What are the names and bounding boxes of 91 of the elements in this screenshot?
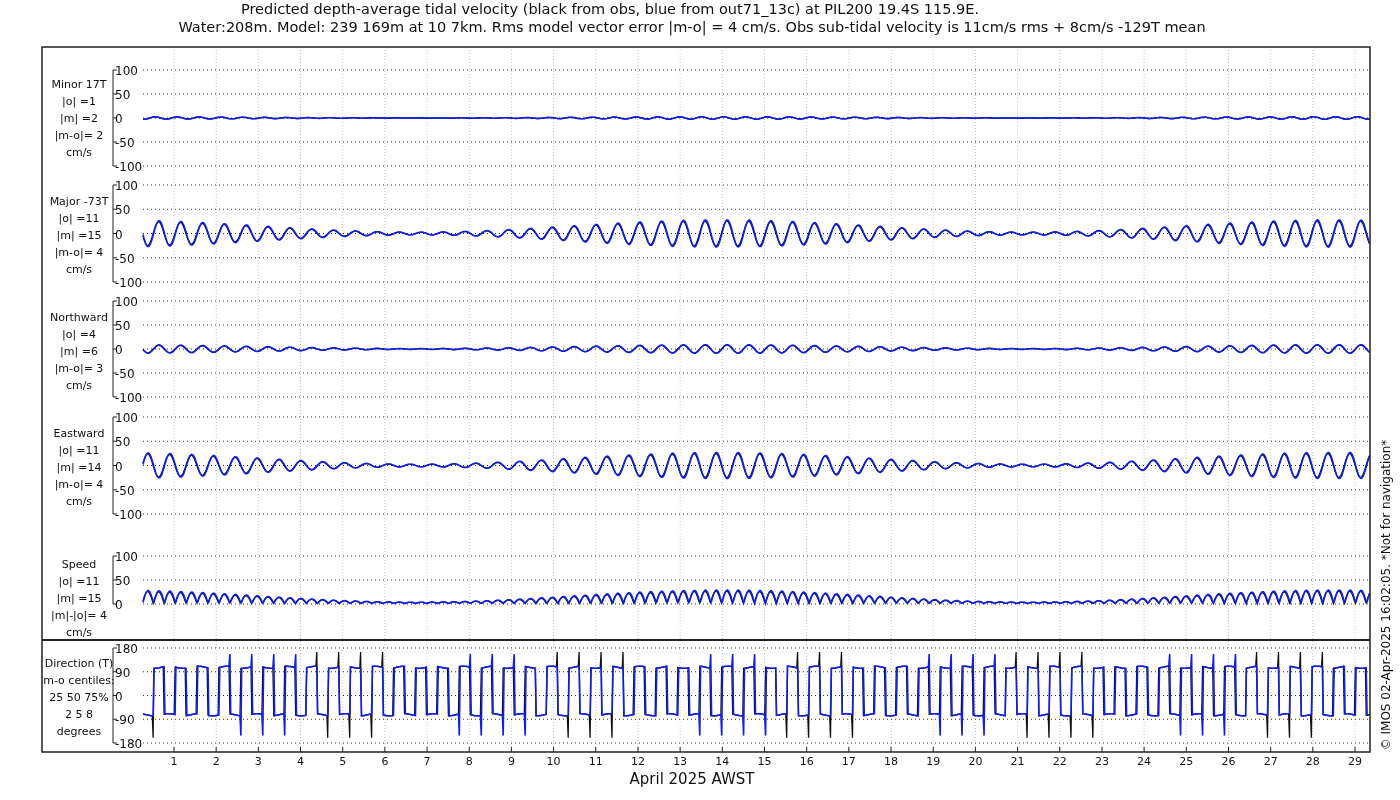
axis-tick-label: 0 xyxy=(115,689,123,704)
axis-tick-label: 13 xyxy=(673,755,688,768)
axis-tick-label: 100 xyxy=(115,64,138,78)
axis-tick-label: 100 xyxy=(115,550,138,564)
chart-title: Water:208m. Model: 239 169m at 10 7km. Rms model vector error |m-o| = 4 cm/s. Obs sub-tidal velocity is 11cm/s rms + 8cm/s -129T mean xyxy=(178,19,1206,35)
panel-label: |m| =6 xyxy=(60,345,98,358)
axis-tick-label: 20 xyxy=(968,755,983,768)
panel-label: |m| =14 xyxy=(56,461,102,474)
axis-tick-label: 26 xyxy=(1221,755,1236,768)
panel-label: cm/s xyxy=(65,263,93,276)
axis-tick-label: 100 xyxy=(115,179,138,193)
axis-tick-label: -100 xyxy=(115,160,143,174)
axis-tick-label: 27 xyxy=(1263,755,1278,768)
axis-tick-label: 24 xyxy=(1137,755,1152,768)
panel-label: m-o centiles: xyxy=(43,674,115,687)
panel-label: 25 50 75% xyxy=(49,691,109,704)
panel-label: Major -73T xyxy=(49,195,109,208)
axis-tick-label: 19 xyxy=(926,755,941,768)
axis-tick-label: -50 xyxy=(115,483,135,498)
axis-tick-label: 11 xyxy=(588,755,603,768)
panel-label: degrees xyxy=(56,725,102,738)
axis-tick-label: 14 xyxy=(715,755,730,768)
axis-tick-label: 22 xyxy=(1052,755,1067,768)
axis-tick-label: 50 xyxy=(115,319,131,333)
axis-tick-label: 16 xyxy=(799,755,814,768)
panel-label: cm/s xyxy=(65,379,93,392)
copyright-note: © IMOS 02-Apr-2025 16:02:05. *Not for navigation* xyxy=(1379,439,1393,751)
panel-label: |o| =11 xyxy=(58,575,100,588)
panel-label: Eastward xyxy=(53,427,105,440)
axis-tick-label: 90 xyxy=(115,665,131,680)
panel-label: |o| =4 xyxy=(62,328,96,341)
axis-tick-label: 50 xyxy=(115,574,131,588)
axis-tick-label: 17 xyxy=(841,755,856,768)
axis-tick-label: -90 xyxy=(115,713,135,728)
axis-tick-label: 100 xyxy=(115,411,138,425)
axis-tick-label: 8 xyxy=(465,755,473,768)
panel-label: |m-o|= 4 xyxy=(54,246,104,259)
panel-label: cm/s xyxy=(65,146,93,159)
axis-tick-label: 50 xyxy=(115,88,131,102)
axis-tick-label: 0 xyxy=(115,112,123,126)
panel-label: |m| =2 xyxy=(60,112,98,125)
panel-label: |m| =15 xyxy=(56,229,102,242)
panel-label: |o| =11 xyxy=(58,444,100,457)
panel-label: |m-o|= 2 xyxy=(54,129,104,142)
panel-label: cm/s xyxy=(65,626,93,639)
axis-tick-label: 2 xyxy=(212,755,220,768)
axis-tick-label: 3 xyxy=(254,755,262,768)
panel-label: |m|-|o|= 4 xyxy=(51,609,107,622)
chart-title: Predicted depth-average tidal velocity (black from obs, blue from out71_13c) at PIL200 19.4S 115.9E. xyxy=(240,1,980,17)
axis-tick-label: -50 xyxy=(115,136,135,150)
axis-tick-label: 6 xyxy=(381,755,389,768)
axis-tick-label: 0 xyxy=(115,343,123,357)
axis-title: April 2025 AWST xyxy=(629,770,755,788)
panel-label: cm/s xyxy=(65,495,93,508)
axis-tick-label: 21 xyxy=(1010,755,1025,768)
axis-tick-label: 15 xyxy=(757,755,772,768)
axis-tick-label: 0 xyxy=(115,227,123,242)
panel-label: Direction (T) xyxy=(44,657,114,670)
axis-tick-label: 180 xyxy=(115,642,138,656)
panel-label: |m-o|= 4 xyxy=(54,478,104,491)
panel-label: Northward xyxy=(50,311,108,324)
panel-label: |m| =15 xyxy=(56,592,102,605)
axis-tick-label: 50 xyxy=(115,203,131,218)
axis-tick-label: 29 xyxy=(1348,755,1362,768)
axis-tick-label: 1 xyxy=(170,755,178,768)
axis-tick-label: -100 xyxy=(115,391,143,405)
panel-label: 2 5 8 xyxy=(65,708,93,721)
axis-tick-label: 50 xyxy=(115,435,131,450)
axis-tick-label: 0 xyxy=(115,598,123,612)
axis-tick-label: -50 xyxy=(115,251,135,266)
axis-tick-label: -100 xyxy=(115,276,143,290)
panel-label: Speed xyxy=(61,558,97,571)
axis-tick-label: -50 xyxy=(115,367,135,381)
axis-tick-label: 0 xyxy=(115,459,123,474)
axis-tick-label: 4 xyxy=(297,755,304,768)
axis-tick-label: -100 xyxy=(115,508,143,522)
panel-label: |m-o|= 3 xyxy=(54,362,104,375)
axis-tick-label: 12 xyxy=(630,755,645,768)
axis-tick-label: 10 xyxy=(546,755,561,768)
axis-tick-label: 28 xyxy=(1305,755,1320,768)
axis-tick-label: 7 xyxy=(423,755,431,768)
axis-tick-label: 18 xyxy=(884,755,899,768)
axis-tick-label: 25 xyxy=(1179,755,1194,768)
axis-tick-label: 100 xyxy=(115,295,138,309)
axis-tick-label: 23 xyxy=(1094,755,1109,768)
panel-label: |o| =1 xyxy=(62,95,96,108)
panel-label: Minor 17T xyxy=(51,78,107,91)
axis-tick-label: 9 xyxy=(507,755,515,768)
axis-tick-label: 5 xyxy=(339,755,347,768)
panel-label: |o| =11 xyxy=(58,212,100,225)
axis-tick-label: -180 xyxy=(115,737,143,751)
